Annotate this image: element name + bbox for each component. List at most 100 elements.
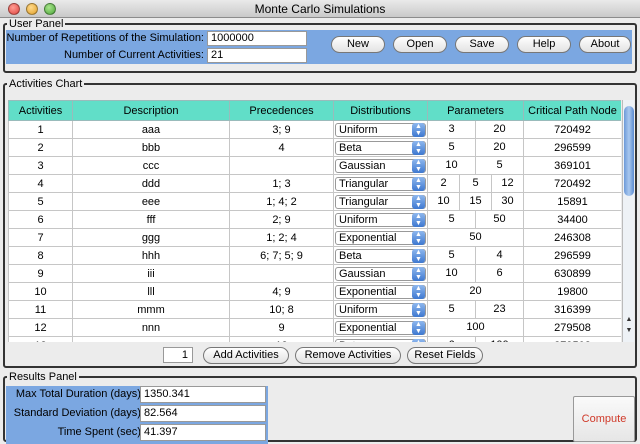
table-row[interactable]: 13ooo12 Beta ▲▼ 6100279508	[8, 336, 621, 342]
max-total-duration-field[interactable]: 1350.341	[140, 386, 266, 403]
scroll-down-arrow[interactable]: ▼	[623, 326, 635, 335]
parameter-field[interactable]: 5	[429, 301, 476, 318]
parameter-field[interactable]: 6	[476, 266, 523, 282]
parameter-field[interactable]: 50	[476, 212, 523, 228]
parameter-field[interactable]: 4	[476, 248, 523, 264]
parameter-field[interactable]: 10	[429, 265, 476, 282]
parameter-field[interactable]: 5	[429, 211, 476, 228]
parameter-field[interactable]: 20	[429, 284, 523, 300]
description-cell[interactable]: lll	[72, 282, 230, 301]
description-cell[interactable]: hhh	[72, 246, 230, 265]
parameter-field[interactable]: 5	[429, 247, 476, 264]
description-cell[interactable]: bbb	[72, 138, 230, 157]
distribution-select[interactable]: Beta ▲▼	[335, 140, 426, 155]
open-button[interactable]: Open	[393, 36, 447, 53]
description-cell[interactable]: mmm	[72, 300, 230, 319]
standard-deviation-field[interactable]: 82.564	[140, 405, 266, 422]
description-cell[interactable]: iii	[72, 264, 230, 283]
precedences-cell[interactable]: 6; 7; 5; 9	[229, 246, 334, 265]
column-header-activities[interactable]: Activities	[8, 100, 73, 121]
new-button[interactable]: New	[331, 36, 385, 53]
precedences-cell[interactable]: 9	[229, 318, 334, 337]
column-header-parameters[interactable]: Parameters	[427, 100, 524, 121]
parameter-field[interactable]: 20	[476, 122, 523, 138]
parameter-field[interactable]: 100	[429, 320, 523, 336]
parameter-field[interactable]: 15	[460, 193, 492, 210]
parameter-field[interactable]: 30	[492, 194, 523, 210]
precedences-cell[interactable]: 3; 9	[229, 120, 334, 139]
precedences-cell[interactable]: 1; 4; 2	[229, 192, 334, 211]
distribution-select[interactable]: Uniform ▲ ▼	[335, 212, 426, 227]
precedences-cell[interactable]	[229, 156, 334, 175]
parameter-field[interactable]: 3	[429, 121, 476, 138]
current-activities-field[interactable]: 21	[207, 48, 307, 63]
table-row[interactable]: 12 nnn 9 Exponential ▲ ▼ 100 279508	[8, 318, 621, 337]
column-header-description[interactable]: Description	[72, 100, 230, 121]
parameter-field[interactable]: 20	[476, 140, 523, 156]
parameter-field[interactable]: 5	[460, 175, 492, 192]
distribution-select[interactable]: Beta ▲▼	[335, 338, 426, 342]
parameter-field[interactable]: 10	[429, 157, 476, 174]
precedences-cell[interactable]: 4; 9	[229, 282, 334, 301]
table-row[interactable]: 11 mmm 10; 8 Uniform ▲ ▼ 5 23 316399	[8, 300, 621, 319]
description-cell[interactable]: nnn	[72, 318, 230, 337]
precedences-cell[interactable]	[229, 264, 334, 283]
parameter-field[interactable]: 6	[429, 337, 476, 342]
description-cell[interactable]: aaa	[72, 120, 230, 139]
parameter-field[interactable]: 100	[476, 338, 523, 342]
distribution-select[interactable]: Exponential ▲ ▼	[335, 284, 426, 299]
activities-table-viewport[interactable]: Activities Description Precedences Distribu…	[8, 100, 621, 342]
description-cell[interactable]: ggg	[72, 228, 230, 247]
scrollbar-thumb[interactable]	[624, 106, 634, 196]
time-spent-field[interactable]: 41.397	[140, 424, 266, 441]
parameter-field[interactable]: 23	[476, 302, 523, 318]
table-row[interactable]: 5 eee 1; 4; 2 Triangular ▲ ▼ 10 15 30 15891	[8, 192, 621, 211]
reset-fields-button[interactable]: Reset Fields	[407, 347, 483, 364]
precedences-cell[interactable]: 2; 9	[229, 210, 334, 229]
description-cell[interactable]: ddd	[72, 174, 230, 193]
save-button[interactable]: Save	[455, 36, 509, 53]
compute-button[interactable]: Compute	[573, 396, 635, 442]
distribution-select[interactable]: Triangular ▲ ▼	[335, 176, 426, 191]
parameter-field[interactable]: 2	[429, 175, 460, 192]
table-row[interactable]: 9 iii Gaussian ▲ ▼ 10 6 630899	[8, 264, 621, 283]
table-row[interactable]: 2 bbb 4 Beta ▲ ▼ 5 20 296599	[8, 138, 621, 157]
precedences-cell[interactable]: 1; 2; 4	[229, 228, 334, 247]
distribution-select[interactable]: Uniform ▲ ▼	[335, 122, 426, 137]
description-cell[interactable]: ooo	[72, 336, 230, 342]
description-cell[interactable]: eee	[72, 192, 230, 211]
description-cell[interactable]: ccc	[72, 156, 230, 175]
activity-count-field[interactable]: 1	[163, 347, 193, 363]
table-row[interactable]: 8 hhh 6; 7; 5; 9 Beta ▲ ▼ 5 4 296599	[8, 246, 621, 265]
precedences-cell[interactable]: 12	[229, 336, 334, 342]
add-activities-button[interactable]: Add Activities	[203, 347, 289, 364]
scroll-up-arrow[interactable]: ▲	[623, 315, 635, 324]
table-vertical-scrollbar[interactable]: ▲ ▼	[622, 100, 634, 342]
column-header-distributions[interactable]: Distributions	[333, 100, 428, 121]
parameter-field[interactable]: 5	[476, 158, 523, 174]
table-row[interactable]: 6 fff 2; 9 Uniform ▲ ▼ 5 50 34400	[8, 210, 621, 229]
precedences-cell[interactable]: 4	[229, 138, 334, 157]
help-button[interactable]: Help	[517, 36, 571, 53]
column-header-critical-path-node[interactable]: Critical Path Node	[523, 100, 621, 121]
table-row[interactable]: 4 ddd 1; 3 Triangular ▲ ▼ 2 5 12 720492	[8, 174, 621, 193]
distribution-select[interactable]: Exponential ▲ ▼	[335, 230, 426, 245]
column-header-precedences[interactable]: Precedences	[229, 100, 334, 121]
remove-activities-button[interactable]: Remove Activities	[295, 347, 401, 364]
distribution-select[interactable]: Triangular ▲ ▼	[335, 194, 426, 209]
distribution-select[interactable]: Beta ▲▼	[335, 248, 426, 263]
table-row[interactable]: 1 aaa 3; 9 Uniform ▲ ▼ 3 20 720492	[8, 120, 621, 139]
distribution-select[interactable]: Uniform ▲ ▼	[335, 302, 426, 317]
parameter-field[interactable]: 50	[429, 230, 523, 246]
precedences-cell[interactable]: 1; 3	[229, 174, 334, 193]
description-cell[interactable]: fff	[72, 210, 230, 229]
table-row[interactable]: 10 lll 4; 9 Exponential ▲ ▼ 20 19800	[8, 282, 621, 301]
table-row[interactable]: 7 ggg 1; 2; 4 Exponential ▲ ▼ 50 246308	[8, 228, 621, 247]
parameter-field[interactable]: 5	[429, 139, 476, 156]
table-row[interactable]: 3 ccc Gaussian ▲ ▼ 10 5 369101	[8, 156, 621, 175]
distribution-select[interactable]: Gaussian ▲ ▼	[335, 158, 426, 173]
parameter-field[interactable]: 10	[429, 193, 460, 210]
distribution-select[interactable]: Gaussian ▲ ▼	[335, 266, 426, 281]
parameter-field[interactable]: 12	[492, 176, 523, 192]
about-button[interactable]: About	[579, 36, 631, 53]
